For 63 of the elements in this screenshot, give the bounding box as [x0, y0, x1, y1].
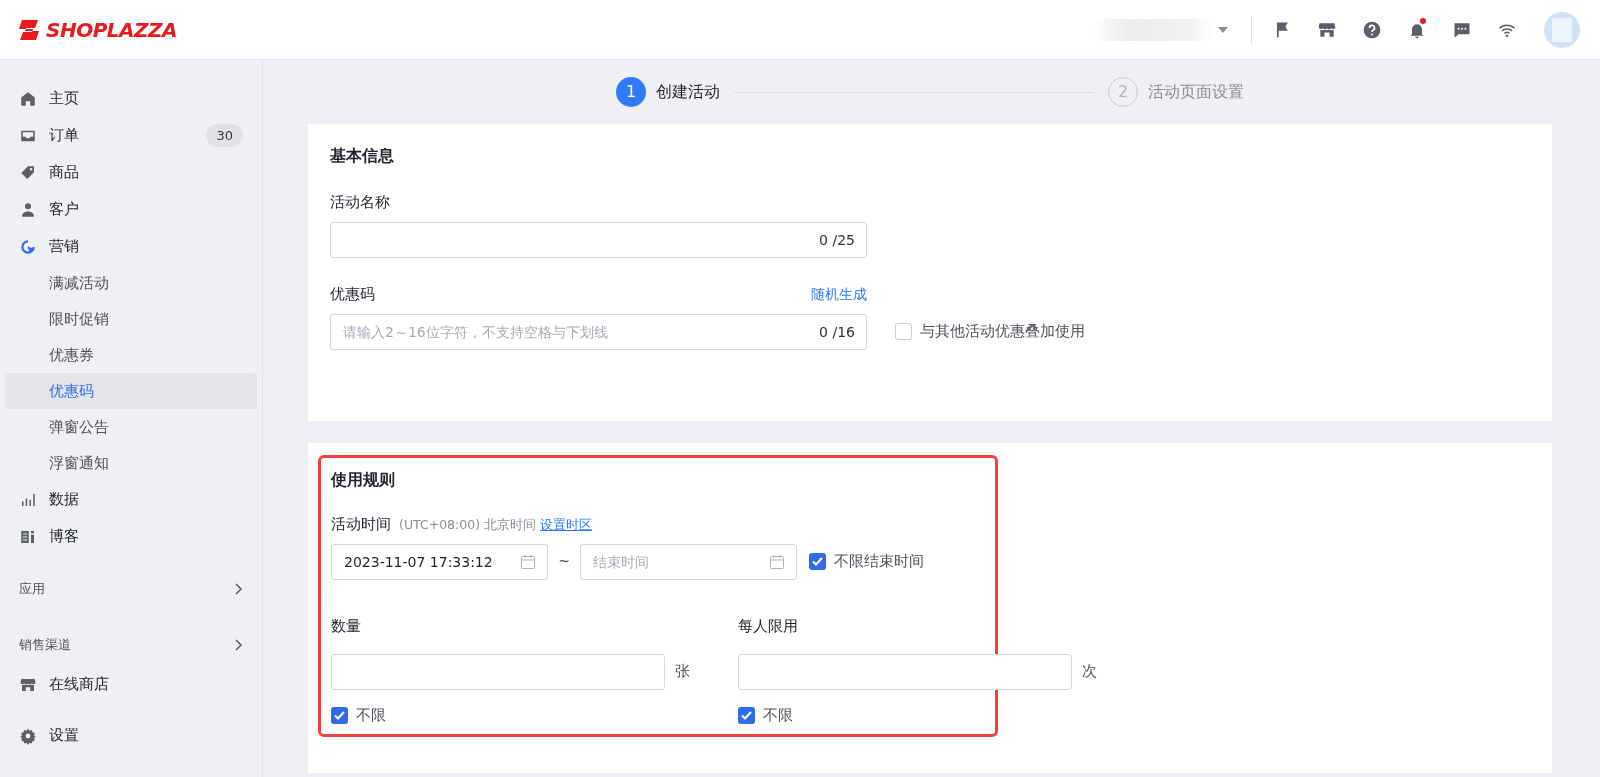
- chevron-right-icon: [233, 582, 243, 596]
- logo-icon: [18, 17, 42, 42]
- sidebar-item[interactable]: 博客: [5, 518, 257, 555]
- chat-icon[interactable]: [1452, 20, 1472, 40]
- storefront-icon[interactable]: [1317, 20, 1337, 40]
- section-title: 基本信息: [330, 145, 395, 167]
- sidebar-item[interactable]: 主页: [5, 80, 257, 117]
- check-icon: [812, 557, 823, 567]
- sidebar-subitem[interactable]: 满减活动: [5, 265, 257, 301]
- check-icon: [741, 710, 752, 720]
- checkbox[interactable]: [809, 553, 826, 571]
- input-field[interactable]: [331, 653, 665, 690]
- calendar-icon: [769, 553, 785, 570]
- section-title: 使用规则: [331, 469, 396, 491]
- calendar-icon: [520, 553, 536, 570]
- checkbox-label: 不限结束时间: [834, 551, 924, 571]
- random-generate-link[interactable]: 随机生成: [811, 283, 867, 306]
- field-label: 数量: [331, 616, 362, 636]
- count-badge: 30: [206, 123, 243, 148]
- logo: SHOPLAZZA: [46, 16, 177, 44]
- character-counter: 0 /16: [819, 322, 855, 341]
- checkbox-label: 与其他活动优惠叠加使用: [920, 321, 1085, 341]
- field-label: 优惠码: [330, 284, 375, 304]
- input-field[interactable]: [330, 221, 867, 258]
- sidebar-subitem[interactable]: 限时促销: [5, 301, 257, 337]
- sidebar-item[interactable]: 设置: [5, 717, 257, 754]
- field-label: 活动名称: [330, 193, 391, 212]
- timezone-text: (UTC+08:00) 北京时间: [399, 516, 536, 534]
- sidebar-item[interactable]: 在线商店: [5, 666, 257, 703]
- checkbox[interactable]: [895, 323, 912, 340]
- checkbox[interactable]: [738, 706, 755, 724]
- unit-label: 张: [674, 661, 691, 681]
- sidebar-subitem[interactable]: 弹窗公告: [5, 409, 257, 445]
- tag-icon: [19, 163, 37, 182]
- set-timezone-link[interactable]: 设置时区: [540, 516, 592, 535]
- date-field[interactable]: 结束时间: [580, 543, 797, 580]
- checkbox[interactable]: [331, 706, 348, 724]
- caret-icon: [1217, 25, 1229, 34]
- character-counter: 0 /25: [819, 230, 855, 250]
- help-icon[interactable]: [1362, 20, 1382, 40]
- sidebar-item[interactable]: 订单 30: [5, 117, 257, 154]
- checkbox-label: 不限: [763, 705, 793, 725]
- sidebar-item[interactable]: 营销: [5, 228, 257, 265]
- date-field[interactable]: 2023-11-07 17:33:12: [331, 543, 548, 580]
- field-label: 活动时间: [331, 515, 391, 534]
- chevron-right-icon: [233, 638, 243, 652]
- checkbox-label: 不限: [356, 705, 386, 725]
- sidebar-item[interactable]: 数据: [5, 481, 257, 518]
- sidebar-subitem[interactable]: 优惠券: [5, 337, 257, 373]
- sidebar-section[interactable]: 销售渠道: [5, 627, 257, 663]
- sidebar-item[interactable]: 商品: [5, 154, 257, 191]
- sidebar-item[interactable]: 客户: [5, 191, 257, 228]
- sidebar-section[interactable]: 应用: [5, 571, 257, 607]
- step[interactable]: 1 创建活动: [616, 77, 720, 107]
- settings-icon: [19, 726, 37, 745]
- range-separator: ~: [557, 552, 571, 572]
- check-icon: [334, 710, 345, 720]
- sidebar-subitem[interactable]: 优惠码: [5, 373, 257, 409]
- input-field[interactable]: [738, 653, 1072, 690]
- sidebar-subitem[interactable]: 浮窗通知: [5, 445, 257, 481]
- user-icon: [19, 200, 37, 219]
- unit-label: 次: [1081, 661, 1098, 681]
- field-label: 每人限用: [738, 616, 799, 636]
